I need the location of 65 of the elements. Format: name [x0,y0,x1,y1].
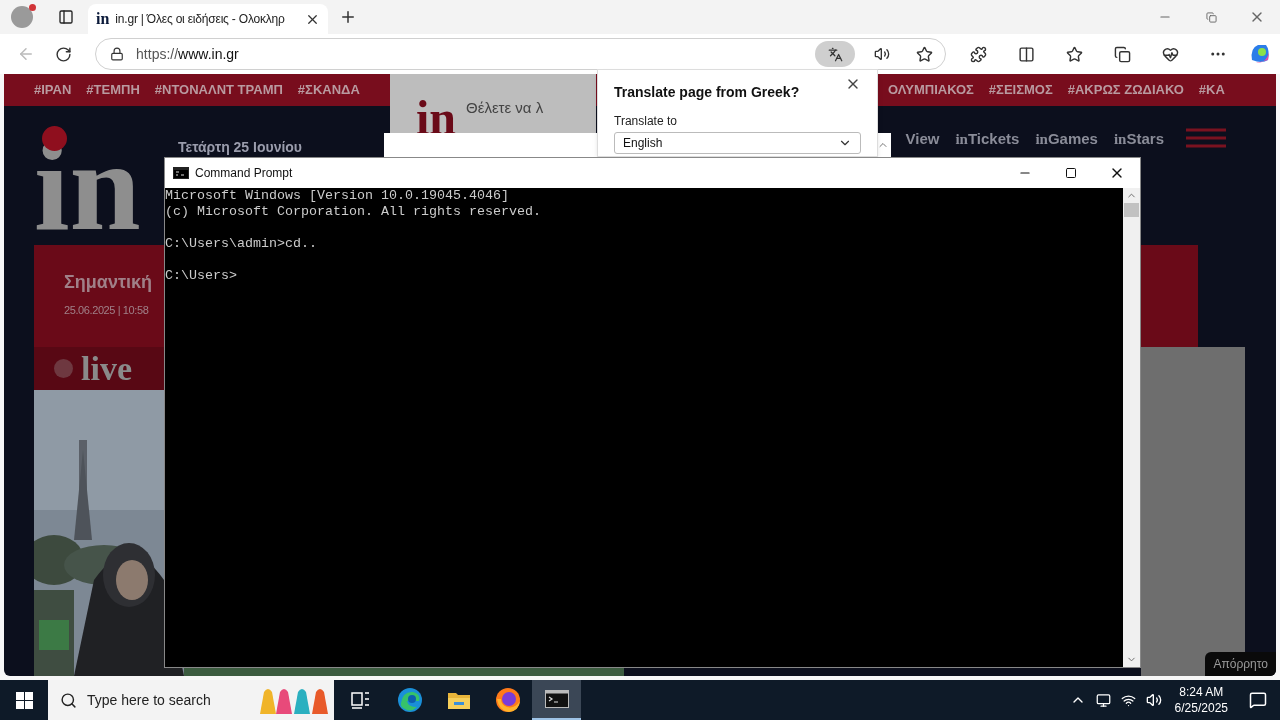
terminal-icon [544,690,569,708]
volume-icon[interactable] [1145,692,1162,708]
task-view-icon [350,691,371,709]
topic-tag[interactable]: #ΝΤΟΝΑΛΝΤ ΤΡΑΜΠ [154,80,283,100]
privacy-button[interactable]: Απόρρητο [1205,652,1276,676]
translate-icon [827,46,843,62]
timestamp-text: 25.06.2025 | 10:58 [64,303,149,318]
maximize-icon[interactable] [1065,167,1077,179]
restore-icon[interactable] [1205,11,1217,23]
address-bar[interactable]: https://www.in.gr [95,38,946,70]
console-line: C:\Users\admin>cd.. [165,236,317,252]
topic-tag[interactable]: #ΣΚΑΝΔΑ [297,80,360,100]
console-line: (c) Microsoft Corporation. All rights reserved. [165,204,541,220]
language-select[interactable]: English [614,132,861,154]
favorites-icon[interactable] [1065,45,1083,63]
topic-tag[interactable]: ΟΛΥΜΠΙΑΚΟΣ [888,80,974,100]
site-logo[interactable]: in [34,136,164,236]
nav-link[interactable]: inGames [1035,128,1098,151]
translate-button[interactable] [815,41,855,67]
profile-avatar[interactable] [11,6,33,28]
console-line: Microsoft Windows [Version 10.0.19045.4046] [165,188,509,204]
browser-tab[interactable]: in in.gr | Όλες οι ειδήσεις - Ολοκληρ [88,4,328,34]
search-field[interactable]: Type here to search [48,680,334,720]
site-info-icon[interactable] [110,47,125,61]
scroll-thumb[interactable] [1124,203,1139,217]
consent-text: Θέλετε να λ [466,97,544,118]
terminal-icon [173,167,189,179]
split-screen-icon[interactable] [1017,45,1035,63]
reload-icon[interactable] [54,45,72,63]
favicon: in [96,11,110,27]
new-tab-icon[interactable] [339,8,357,26]
headline-text[interactable]: Σημαντική [64,269,152,296]
scrollbar[interactable] [1123,188,1140,667]
windows-start-icon[interactable] [15,691,33,709]
browser-essentials-icon[interactable] [1161,45,1179,63]
search-icon [60,691,77,709]
folder-icon [446,690,471,710]
collections-icon[interactable] [1113,45,1131,63]
date-text: Τετάρτη 25 Ιουνίου [178,139,302,156]
live-label: live [81,351,132,386]
url-text: https://www.in.gr [136,44,240,64]
window-title: Command Prompt [195,165,293,182]
translate-label: Translate to [614,114,678,128]
console-line: C:\Users> [165,268,237,284]
network-icon[interactable] [1120,692,1136,708]
device-icon[interactable] [1095,692,1111,708]
notifications-icon[interactable] [1249,691,1267,709]
translate-title: Translate page from Greek? [614,83,800,102]
edge-browser-icon [396,687,423,713]
clock[interactable]: 8:24 AM 6/25/2025 [1166,684,1236,716]
firefox-icon [494,687,521,713]
tab-title: in.gr | Όλες οι ειδήσεις - Ολοκληρ [115,11,286,28]
topic-tag[interactable]: #ΙΡΑΝ [34,80,72,100]
topic-tag[interactable]: #ΚΑ [1198,80,1225,100]
topic-tag[interactable]: #ΤΕΜΠΗ [86,80,140,100]
extensions-icon[interactable] [969,45,987,63]
topic-tag[interactable]: #ΑΚΡΩΣ ΖΩΔΙΑΚΟ [1067,80,1184,100]
nav-link[interactable]: inStars [1113,128,1164,151]
taskbar-app[interactable] [532,680,581,720]
topic-tag[interactable]: #ΣΕΙΣΜΟΣ [988,80,1053,100]
nav-link[interactable]: View [905,128,940,151]
read-aloud-icon[interactable] [874,46,890,62]
tab-actions-icon[interactable] [58,9,74,25]
favorite-star-icon[interactable] [915,45,933,63]
nav-link[interactable]: inTickets [955,128,1020,151]
